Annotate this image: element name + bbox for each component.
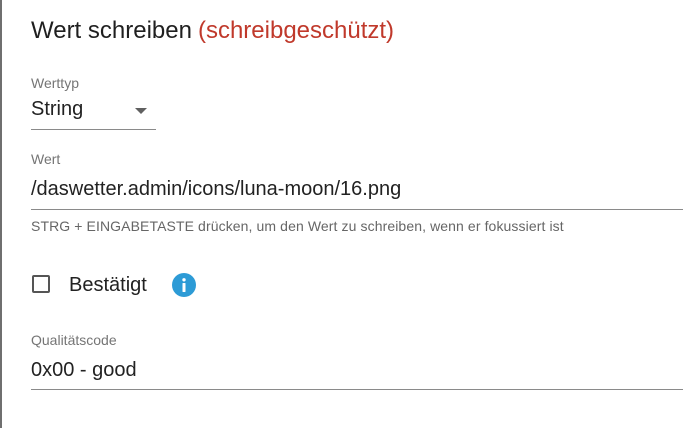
value-label: Wert [31, 151, 61, 167]
value-input-text: /daswetter.admin/icons/luna-moon/16.png [31, 178, 402, 200]
value-type-select[interactable]: String [31, 95, 156, 130]
ack-checkbox-row[interactable]: Bestätigt [31, 270, 231, 302]
ack-checkbox[interactable] [32, 275, 50, 293]
dialog-title-text: Wert schreiben [31, 17, 192, 44]
info-icon[interactable] [172, 273, 196, 297]
dialog-title: Wert schreiben (schreibgeschützt) [31, 16, 394, 46]
readonly-note: (schreibgeschützt) [197, 17, 395, 44]
chevron-down-icon [135, 108, 147, 114]
value-input[interactable]: /daswetter.admin/icons/luna-moon/16.png [31, 170, 683, 210]
quality-value: 0x00 - good [31, 359, 137, 381]
dialog-left-border [0, 0, 2, 428]
quality-label: Qualitätscode [31, 332, 117, 348]
quality-field[interactable]: 0x00 - good [31, 352, 683, 390]
value-type-label: Werttyp [31, 75, 79, 91]
ack-checkbox-label[interactable]: Bestätigt [69, 273, 147, 297]
value-type-selected: String [31, 98, 84, 120]
value-helper-text: STRG + EINGABETASTE drücken, um den Wert… [31, 218, 564, 234]
